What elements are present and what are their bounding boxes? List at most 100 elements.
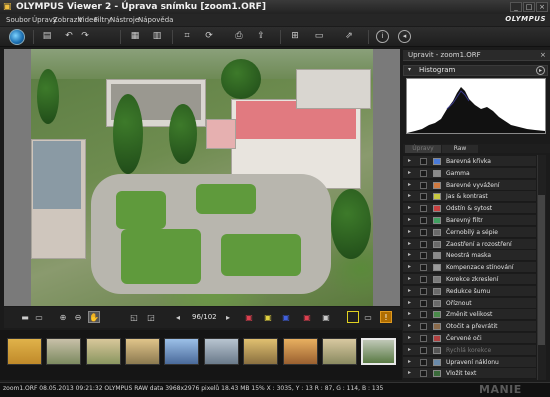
adjustment-row[interactable]: ▸ Korekce zkreslení [403, 274, 536, 285]
enable-checkbox[interactable] [420, 193, 427, 201]
enable-checkbox[interactable] [420, 323, 427, 331]
info-icon[interactable]: ▥ [150, 30, 164, 43]
enable-checkbox[interactable] [420, 370, 427, 378]
expand-arrow-icon[interactable]: ▸ [408, 181, 411, 188]
crop-icon[interactable]: ⌗ [180, 30, 194, 43]
layout-icon[interactable]: ▭ [312, 30, 326, 43]
undo-icon[interactable]: ↶ [62, 30, 76, 43]
expand-arrow-icon[interactable]: ▸ [408, 192, 411, 199]
adjustment-row[interactable]: ▸ Vložit text [403, 368, 536, 380]
expand-arrow-icon[interactable]: ▸ [408, 169, 411, 176]
export-icon[interactable]: ⇪ [254, 30, 268, 43]
enable-checkbox[interactable] [420, 346, 427, 354]
highlight-warning-icon[interactable]: ▣ [301, 312, 313, 324]
enable-checkbox[interactable] [420, 217, 427, 224]
next-image-icon[interactable]: ▸ [222, 312, 234, 324]
thumbnail[interactable] [7, 338, 42, 365]
warning-icon[interactable]: ! [380, 311, 392, 323]
menu-soubor[interactable]: Soubor [6, 15, 31, 25]
close-icon[interactable]: × [536, 2, 548, 12]
histogram-options-icon[interactable]: ▸ [536, 66, 545, 75]
expand-arrow-icon[interactable]: ▸ [408, 346, 411, 353]
rotate-icon[interactable]: ⟳ [202, 30, 216, 43]
adjustment-row[interactable]: ▸ Neostrá maska [403, 250, 536, 262]
thumbnail[interactable] [46, 338, 81, 365]
fit-screen-icon[interactable]: ▬ [19, 312, 31, 324]
adjustment-row[interactable]: ▸ Upravení náklonu [403, 356, 536, 368]
blue-channel-icon[interactable]: ▣ [280, 312, 292, 324]
zoom-out-icon[interactable]: ⊖ [72, 312, 84, 324]
adjustment-row[interactable]: ▸ Redukce šumu [403, 285, 536, 297]
expand-arrow-icon[interactable]: ▸ [408, 216, 411, 223]
expand-arrow-icon[interactable]: ▸ [408, 287, 411, 294]
adjustment-row[interactable]: ▸ Černobílý a sépie [403, 226, 536, 238]
expand-arrow-icon[interactable]: ▸ [408, 310, 411, 317]
enable-checkbox[interactable] [420, 276, 427, 283]
compare-icon[interactable]: ▦ [128, 30, 142, 43]
adjustment-row[interactable]: ▸ Otočit a převrátit [403, 321, 536, 333]
enable-checkbox[interactable] [420, 228, 427, 236]
enable-checkbox[interactable] [420, 169, 427, 177]
expand-arrow-icon[interactable]: ▸ [408, 322, 411, 329]
expand-arrow-icon[interactable]: ▸ [408, 275, 411, 282]
enable-checkbox[interactable] [420, 358, 427, 366]
enable-checkbox[interactable] [420, 240, 427, 248]
display-mode-icon[interactable] [347, 311, 359, 323]
adjustment-row[interactable]: ▸ Barevná křivka [403, 156, 536, 167]
thumbnail-selected[interactable] [361, 338, 396, 365]
expand-arrow-icon[interactable]: ▸ [408, 299, 411, 306]
panel-close-icon[interactable]: × [540, 51, 546, 59]
save-icon[interactable]: ▤ [40, 30, 54, 43]
thumbnail[interactable] [322, 338, 357, 365]
expand-arrow-icon[interactable]: ▸ [408, 334, 411, 341]
expand-arrow-icon[interactable]: ▸ [408, 228, 411, 235]
chevron-down-icon[interactable]: ▾ [408, 66, 411, 73]
overlay-icon[interactable]: ◱ [128, 312, 140, 324]
enable-checkbox[interactable] [420, 335, 427, 342]
overlay-alt-icon[interactable]: ◲ [145, 312, 157, 324]
enable-checkbox[interactable] [420, 205, 427, 213]
enable-checkbox[interactable] [420, 264, 427, 272]
enable-checkbox[interactable] [420, 252, 427, 260]
adjustment-row[interactable]: ▸ Barevný filtr [403, 215, 536, 226]
thumbnail[interactable] [125, 338, 160, 365]
enable-checkbox[interactable] [420, 311, 427, 319]
adjustment-row[interactable]: ▸ Gamma [403, 167, 536, 179]
yellow-channel-icon[interactable]: ▣ [262, 312, 274, 324]
thumbnail[interactable] [204, 338, 239, 365]
adjustment-row[interactable]: ▸ Jas & kontrast [403, 191, 536, 203]
adjustment-row[interactable]: ▸ Odstín & sytost [403, 203, 536, 215]
zoom-in-icon[interactable]: ⊕ [57, 312, 69, 324]
maximize-icon[interactable]: □ [523, 2, 535, 12]
scrollbar-thumb[interactable] [538, 195, 545, 345]
expand-arrow-icon[interactable]: ▸ [408, 240, 411, 247]
enable-checkbox[interactable] [420, 287, 427, 295]
enable-checkbox[interactable] [420, 158, 427, 165]
prev-image-icon[interactable]: ◂ [172, 312, 184, 324]
thumbnail[interactable] [86, 338, 121, 365]
thumbnail[interactable] [243, 338, 278, 365]
tab-upravy[interactable]: Úpravy [405, 145, 441, 153]
menu-filtry[interactable]: Filtry [94, 15, 111, 25]
adjustment-row[interactable]: ▸ Červené oči [403, 333, 536, 344]
print-icon[interactable]: ⎙ [232, 30, 246, 43]
menu-nastroje[interactable]: Nástroje [110, 15, 139, 25]
resize-icon[interactable]: ⊞ [288, 30, 302, 43]
adjustment-row[interactable]: ▸ Změnit velikost [403, 309, 536, 321]
adjustment-row[interactable]: ▸ Barevné vyvážení [403, 179, 536, 191]
shadow-warning-icon[interactable]: ▣ [320, 312, 332, 324]
hand-tool-icon[interactable]: ✋ [88, 311, 100, 323]
expand-arrow-icon[interactable]: ▸ [408, 369, 411, 376]
enable-checkbox[interactable] [420, 181, 427, 189]
redo-icon[interactable]: ↷ [78, 30, 92, 43]
expand-arrow-icon[interactable]: ▸ [408, 251, 411, 258]
expand-arrow-icon[interactable]: ▸ [408, 157, 411, 164]
adjustment-row[interactable]: ▸ Oříznout [403, 297, 536, 309]
adjustment-row[interactable]: ▸ Kompenzace stínování [403, 262, 536, 274]
expand-arrow-icon[interactable]: ▸ [408, 358, 411, 365]
expand-arrow-icon[interactable]: ▸ [408, 263, 411, 270]
minimize-icon[interactable]: _ [510, 2, 522, 12]
expand-arrow-icon[interactable]: ▸ [408, 204, 411, 211]
display-mode-alt-icon[interactable]: ▭ [362, 312, 374, 324]
globe-icon[interactable] [9, 29, 25, 45]
